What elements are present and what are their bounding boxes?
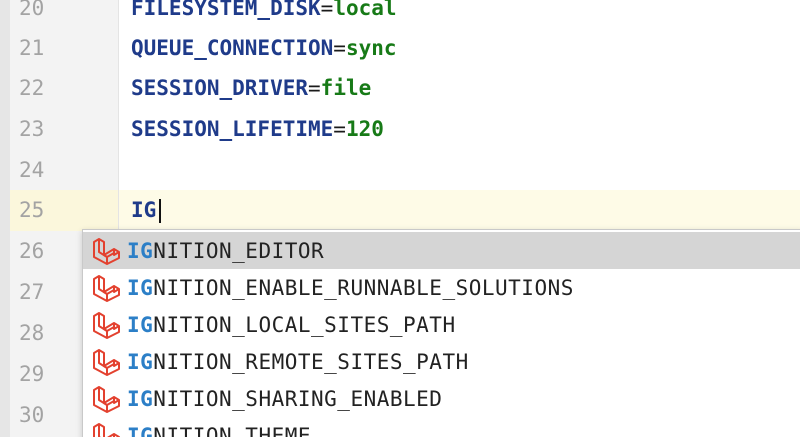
code-line[interactable]: SESSION_LIFETIME=120	[131, 109, 384, 150]
completion-rest: NITION_SHARING_ENABLED	[153, 386, 443, 411]
matched-prefix: IG	[127, 349, 154, 374]
completion-item[interactable]: IGNITION_ENABLE_RUNNABLE_SOLUTIONS	[83, 269, 800, 306]
env-key: QUEUE_CONNECTION	[131, 36, 334, 60]
line-number: 20	[19, 0, 45, 20]
completion-rest: NITION_ENABLE_RUNNABLE_SOLUTIONS	[153, 275, 574, 300]
equals-sign: =	[333, 117, 346, 141]
equals-sign: =	[333, 36, 346, 60]
completion-label: IGNITION_REMOTE_SITES_PATH	[127, 350, 469, 374]
matched-prefix: IG	[127, 238, 154, 263]
completion-label: IGNITION_LOCAL_SITES_PATH	[127, 313, 456, 337]
text-caret	[159, 199, 161, 223]
completion-label: IGNITION_SHARING_ENABLED	[127, 387, 442, 411]
env-key: FILESYSTEM_DISK	[131, 0, 321, 20]
laravel-icon	[93, 348, 120, 376]
laravel-icon	[93, 274, 120, 302]
gutter-left-strip	[0, 0, 10, 437]
matched-prefix: IG	[127, 386, 154, 411]
equals-sign: =	[320, 0, 334, 20]
matched-prefix: IG	[127, 275, 154, 300]
line-number: 26	[19, 239, 45, 263]
env-value: sync	[345, 36, 397, 60]
env-value: 120	[345, 117, 384, 141]
laravel-icon	[93, 422, 120, 437]
completion-item[interactable]: IGNITION_THEME	[83, 417, 800, 437]
line-number: 25	[19, 198, 45, 222]
line-number: 21	[19, 36, 45, 60]
completion-item[interactable]: IGNITION_SHARING_ENABLED	[83, 380, 800, 417]
line-number: 23	[19, 117, 45, 141]
code-line[interactable]: FILESYSTEM_DISK=local	[131, 0, 397, 29]
code-line-current[interactable]: IG	[131, 190, 156, 231]
env-value: local	[333, 0, 397, 20]
completion-label: IGNITION_ENABLE_RUNNABLE_SOLUTIONS	[127, 276, 574, 300]
code-line[interactable]: SESSION_DRIVER=file	[131, 68, 371, 109]
completion-rest: NITION_THEME	[153, 423, 312, 437]
env-key: SESSION_DRIVER	[131, 76, 309, 100]
typed-text: IG	[131, 198, 157, 222]
completion-label: IGNITION_EDITOR	[127, 239, 324, 263]
autocomplete-popup[interactable]: IGNITION_EDITOR IGNITION_ENABLE_RUNNABLE…	[82, 229, 800, 437]
completion-item[interactable]: IGNITION_LOCAL_SITES_PATH	[83, 306, 800, 343]
equals-sign: =	[308, 76, 321, 100]
line-number: 27	[19, 280, 45, 304]
completion-rest: NITION_EDITOR	[153, 238, 325, 263]
line-number: 30	[19, 403, 45, 427]
completion-item-selected[interactable]: IGNITION_EDITOR	[83, 232, 800, 269]
matched-prefix: IG	[127, 312, 154, 337]
laravel-icon	[93, 385, 120, 413]
completion-item[interactable]: IGNITION_REMOTE_SITES_PATH	[83, 343, 800, 380]
laravel-icon	[93, 237, 120, 265]
line-number: 24	[19, 158, 45, 182]
env-value: file	[320, 76, 372, 100]
code-line[interactable]: QUEUE_CONNECTION=sync	[131, 28, 397, 69]
completion-rest: NITION_REMOTE_SITES_PATH	[153, 349, 469, 374]
line-number: 29	[19, 362, 45, 386]
line-number: 28	[19, 321, 45, 345]
completion-rest: NITION_LOCAL_SITES_PATH	[153, 312, 456, 337]
laravel-icon	[93, 311, 120, 339]
matched-prefix: IG	[127, 423, 154, 437]
env-key: SESSION_LIFETIME	[131, 117, 334, 141]
line-number: 22	[19, 76, 45, 100]
completion-label: IGNITION_THEME	[127, 424, 311, 437]
